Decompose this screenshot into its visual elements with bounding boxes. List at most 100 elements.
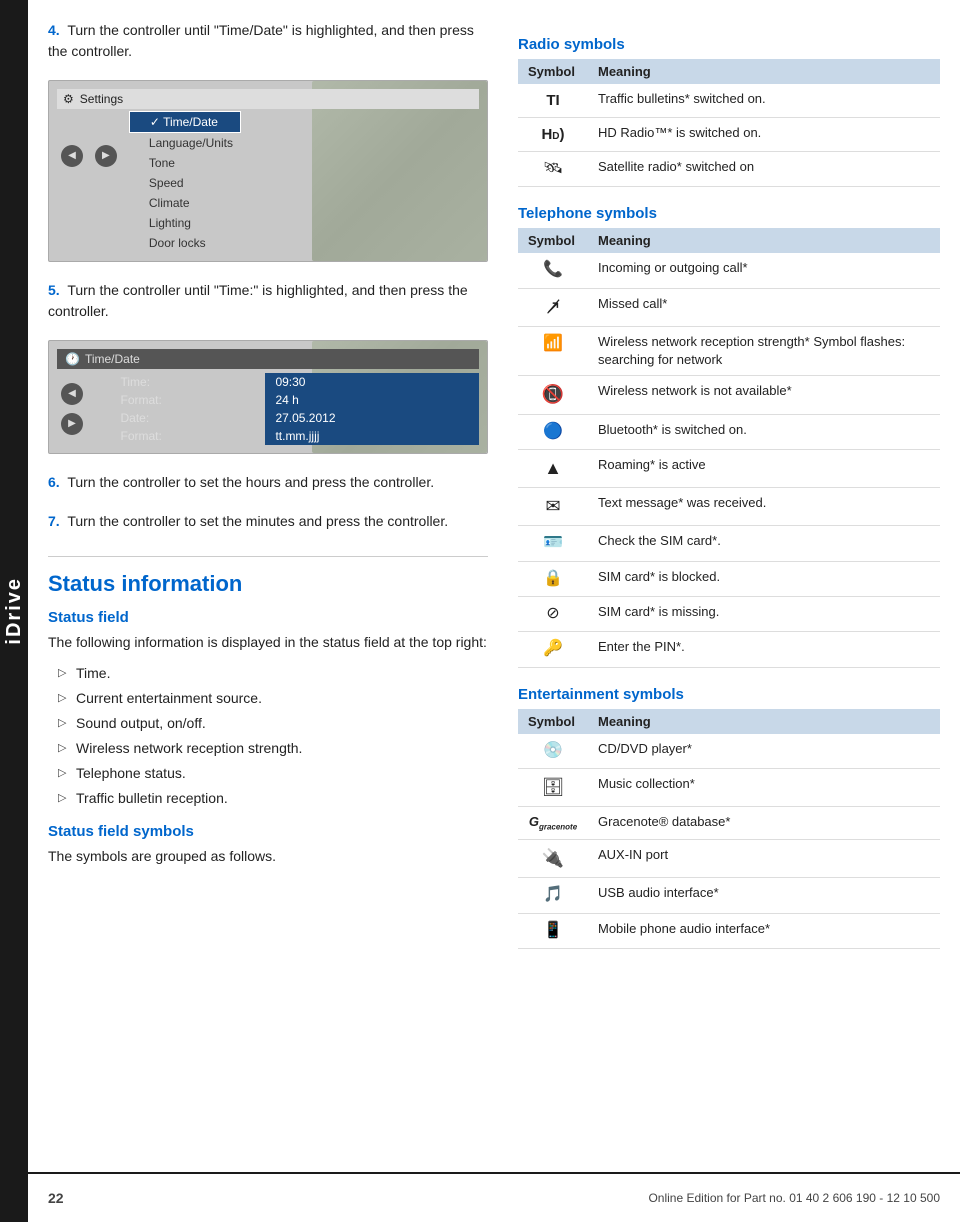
timedate-title-bar: 🕐 Time/Date [57, 349, 479, 369]
table-row: ✉ Text message* was received. [518, 488, 940, 526]
step-7-text: Turn the controller to set the minutes a… [67, 513, 448, 529]
radio-mean-1: HD Radio™* is switched on. [588, 118, 940, 152]
tel-mean-0: Incoming or outgoing call* [588, 253, 940, 288]
menu-item-doorlocks[interactable]: Door locks [129, 233, 241, 253]
step-7: 7. Turn the controller to set the minute… [48, 511, 488, 532]
tel-sym-3: 📵 [518, 376, 588, 414]
ent-col-meaning: Meaning [588, 709, 940, 734]
tel-mean-8: SIM card* is blocked. [588, 561, 940, 596]
main-content: 4. Turn the controller until "Time/Date"… [28, 0, 960, 1027]
page-number: 22 [48, 1190, 64, 1206]
table-row: Ggracenote Gracenote® database* [518, 807, 940, 840]
table-row: 📵 Wireless network is not available* [518, 376, 940, 414]
ent-mean-5: Mobile phone audio interface* [588, 913, 940, 948]
ent-sym-4: 🎵 [518, 878, 588, 913]
table-row: 🛰 Satellite radio* switched on [518, 152, 940, 187]
table-row: 🪪 Check the SIM card*. [518, 526, 940, 561]
table-row: 📶 Wireless network reception strength* S… [518, 326, 940, 375]
tel-sym-8: 🔒 [518, 561, 588, 596]
step-7-number: 7. [48, 513, 60, 529]
menu-item-speed[interactable]: Speed [129, 173, 241, 193]
tel-sym-0: 📞 [518, 253, 588, 288]
table-row: 🎵 USB audio interface* [518, 878, 940, 913]
ent-mean-3: AUX-IN port [588, 840, 940, 878]
ent-sym-3: 🔌 [518, 840, 588, 878]
radio-heading: Radio symbols [518, 36, 940, 53]
format2-value: tt.mm.jjjj [265, 427, 479, 445]
screenshot-timedate: 🕐 Time/Date ◀ ▶ Time: 09:30 Forma [48, 340, 488, 454]
menu-item-tone[interactable]: Tone [129, 153, 241, 173]
status-item-1: Current entertainment source. [58, 686, 488, 711]
radio-col-symbol: Symbol [518, 59, 588, 84]
table-row: ↗̸ Missed call* [518, 288, 940, 326]
table-row: 📱 Mobile phone audio interface* [518, 913, 940, 948]
step-6-text: Turn the controller to set the hours and… [67, 474, 434, 490]
menu-item-lighting[interactable]: Lighting [129, 213, 241, 233]
status-symbols-text: The symbols are grouped as follows. [48, 846, 488, 867]
table-row: 🗄 Music collection* [518, 769, 940, 807]
date-label: Date: [112, 409, 265, 427]
tel-sym-6: ✉ [518, 488, 588, 526]
step-5-number: 5. [48, 282, 60, 298]
nav-left-icon[interactable]: ◀ [61, 145, 83, 167]
menu-item-timedate[interactable]: ✓ Time/Date [129, 111, 241, 133]
nav-right-icon[interactable]: ▶ [95, 145, 117, 167]
table-row: 🔒 SIM card* is blocked. [518, 561, 940, 596]
table-row: TI Traffic bulletins* switched on. [518, 84, 940, 118]
tel-mean-3: Wireless network is not available* [588, 376, 940, 414]
nav-left2-icon[interactable]: ◀ [61, 383, 83, 405]
table-row: 🔵 Bluetooth* is switched on. [518, 414, 940, 449]
time-label: Time: [112, 373, 265, 391]
status-section-heading: Status information [48, 556, 488, 597]
nav-right2-icon[interactable]: ▶ [61, 413, 83, 435]
table-row: HD) HD Radio™* is switched on. [518, 118, 940, 152]
status-field-text: The following information is displayed i… [48, 632, 488, 653]
tel-sym-7: 🪪 [518, 526, 588, 561]
tel-mean-2: Wireless network reception strength* Sym… [588, 326, 940, 375]
clock-icon: 🕐 [65, 352, 80, 366]
radio-col-meaning: Meaning [588, 59, 940, 84]
tel-mean-10: Enter the PIN*. [588, 632, 940, 667]
timedate-title: Time/Date [85, 352, 140, 366]
step-6-number: 6. [48, 474, 60, 490]
radio-mean-2: Satellite radio* switched on [588, 152, 940, 187]
status-symbols-heading: Status field symbols [48, 823, 488, 840]
telephone-table: Symbol Meaning 📞 Incoming or outgoing ca… [518, 228, 940, 667]
ent-sym-1: 🗄 [518, 769, 588, 807]
tel-sym-9: ⊘ [518, 597, 588, 632]
status-item-5: Traffic bulletin reception. [58, 786, 488, 811]
time-value: 09:30 [265, 373, 479, 391]
ent-mean-4: USB audio interface* [588, 878, 940, 913]
menu-item-climate[interactable]: Climate [129, 193, 241, 213]
tel-sym-2: 📶 [518, 326, 588, 375]
format1-value: 24 h [265, 391, 479, 409]
status-item-3: Wireless network reception strength. [58, 736, 488, 761]
status-field-heading: Status field [48, 609, 488, 626]
radio-sym-1: HD) [518, 118, 588, 152]
radio-mean-0: Traffic bulletins* switched on. [588, 84, 940, 118]
menu-item-language[interactable]: Language/Units [129, 133, 241, 153]
ent-mean-0: CD/DVD player* [588, 734, 940, 769]
tel-mean-9: SIM card* is missing. [588, 597, 940, 632]
left-column: 4. Turn the controller until "Time/Date"… [48, 20, 488, 967]
ent-col-symbol: Symbol [518, 709, 588, 734]
telephone-heading: Telephone symbols [518, 205, 940, 222]
tel-col-symbol: Symbol [518, 228, 588, 253]
tel-sym-10: 🔑 [518, 632, 588, 667]
step-4-text: Turn the controller until "Time/Date" is… [48, 22, 474, 59]
table-row: 🔌 AUX-IN port [518, 840, 940, 878]
ent-mean-1: Music collection* [588, 769, 940, 807]
status-item-4: Telephone status. [58, 761, 488, 786]
entertainment-table: Symbol Meaning 💿 CD/DVD player* 🗄 Music … [518, 709, 940, 949]
table-row: ▲ Roaming* is active [518, 449, 940, 487]
settings-title: Settings [80, 92, 123, 106]
step-5: 5. Turn the controller until "Time:" is … [48, 280, 488, 322]
status-item-0: Time. [58, 661, 488, 686]
footer: 22 Online Edition for Part no. 01 40 2 6… [28, 1172, 960, 1222]
gear-icon: ⚙ [63, 92, 74, 106]
tel-sym-4: 🔵 [518, 414, 588, 449]
ent-sym-0: 💿 [518, 734, 588, 769]
date-value: 27.05.2012 [265, 409, 479, 427]
ent-mean-2: Gracenote® database* [588, 807, 940, 840]
table-row: 📞 Incoming or outgoing call* [518, 253, 940, 288]
